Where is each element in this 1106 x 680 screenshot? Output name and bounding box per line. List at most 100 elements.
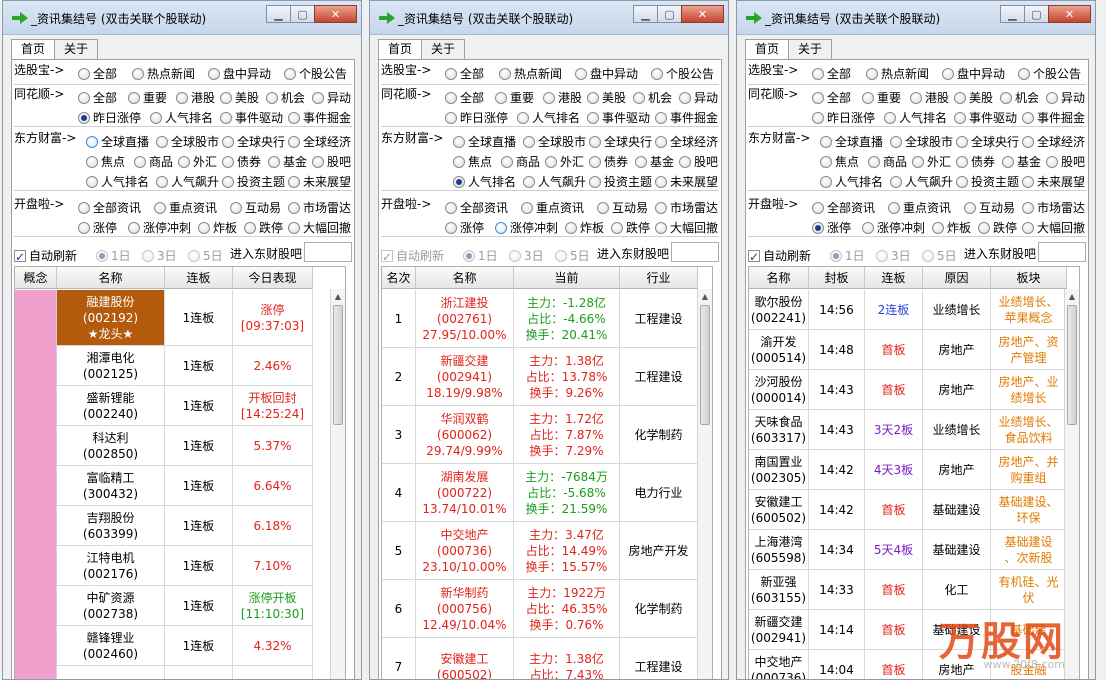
stock-name-cell[interactable]: 歌尔股份 (002241): [749, 290, 809, 329]
radio-xgb-notice[interactable]: 个股公告: [651, 64, 714, 84]
radio-kp-dfhc[interactable]: 大幅回撤: [288, 218, 351, 238]
title-bar[interactable]: _资讯集结号 (双击关联个股联动) ▁ ▢ ✕: [3, 1, 361, 35]
stock-name-cell[interactable]: 天味食品 (603317): [749, 410, 809, 449]
radio-dc-rank[interactable]: 人气排名: [453, 172, 516, 192]
radio-dc-rank[interactable]: 人气排名: [820, 172, 883, 192]
radio-5day[interactable]: 5日: [922, 246, 957, 266]
column-header[interactable]: 名次: [382, 267, 416, 288]
stock-name-cell[interactable]: 南国置业 (002305): [749, 450, 809, 489]
column-header[interactable]: 概念: [15, 267, 57, 288]
radio-kp-ztcc[interactable]: 涨停冲刺: [862, 218, 925, 238]
radio-xgb-move[interactable]: 盘中异动: [575, 64, 638, 84]
radio-xgb-news[interactable]: 热点新闻: [499, 64, 562, 84]
title-bar[interactable]: _资讯集结号 (双击关联个股联动) ▁ ▢ ✕: [370, 1, 728, 35]
radio-ths-rank[interactable]: 人气排名: [150, 108, 213, 128]
column-header[interactable]: 封板: [809, 267, 865, 288]
radio-dc-future[interactable]: 未来展望: [655, 172, 718, 192]
radio-dc-future[interactable]: 未来展望: [1022, 172, 1085, 192]
stock-name-cell[interactable]: 科达利 (002850): [57, 426, 165, 465]
radio-ths-dig[interactable]: 事件掘金: [655, 108, 718, 128]
stock-name-cell[interactable]: 赣锋锂业 (002460): [57, 626, 165, 665]
radio-kp-dt[interactable]: 跌停: [978, 218, 1017, 238]
maximize-button[interactable]: ▢: [657, 5, 682, 23]
close-button[interactable]: ✕: [314, 5, 357, 23]
stock-name-cell[interactable]: 新疆交建 (002941): [749, 610, 809, 649]
radio-ths-event[interactable]: 事件驱动: [587, 108, 650, 128]
radio-kp-zb[interactable]: 炸板: [932, 218, 971, 238]
minimize-button[interactable]: ▁: [266, 5, 291, 23]
guba-input[interactable]: [1038, 242, 1086, 262]
table-row[interactable]: 科达利 (002850) 1连板 5.37%: [57, 426, 313, 466]
stock-name-cell[interactable]: 中交地产 (000736): [749, 650, 809, 679]
table-row[interactable]: 南国置业 (002305) 14:42 4天3板 房地产 房地产、并 购重组: [749, 450, 1067, 490]
radio-kp-zb[interactable]: 炸板: [565, 218, 604, 238]
title-bar[interactable]: _资讯集结号 (双击关联个股联动) ▁ ▢ ✕: [737, 1, 1095, 35]
column-header[interactable]: 当前: [514, 267, 620, 288]
table-row[interactable]: 7 安徽建工 (600502) 主力：1.38亿 占比：7.43% 工程建设: [382, 638, 698, 679]
radio-kp-dfhc[interactable]: 大幅回撤: [1022, 218, 1085, 238]
table-row[interactable]: 渝开发 (000514) 14:48 首板 房地产 房地产、资 产管理: [749, 330, 1067, 370]
radio-kp-zt[interactable]: 涨停: [445, 218, 484, 238]
stock-name-cell[interactable]: 新华制药 (000756) 12.49/10.04%: [416, 580, 514, 637]
radio-3day[interactable]: 3日: [876, 246, 911, 266]
stock-name-cell[interactable]: 安徽建工 (600502): [749, 490, 809, 529]
radio-ths-dig[interactable]: 事件掘金: [288, 108, 351, 128]
radio-kp-ztcc[interactable]: 涨停冲刺: [128, 218, 191, 238]
radio-ths-dig[interactable]: 事件掘金: [1022, 108, 1085, 128]
table-row[interactable]: 富临精工 (300432) 1连板 6.64%: [57, 466, 313, 506]
stock-name-cell[interactable]: 华润双鹤 (600062) 29.74/9.99%: [416, 406, 514, 463]
stock-name-cell[interactable]: 上海港湾 (605598): [749, 530, 809, 569]
tab-about[interactable]: 关于: [421, 39, 466, 59]
stock-name-cell[interactable]: 浙江建投 (002761) 27.95/10.00%: [416, 290, 514, 347]
radio-ths-event[interactable]: 事件驱动: [954, 108, 1017, 128]
table-row[interactable]: 中矿资源 (002738) 1连板 涨停开板 [11:10:30]: [57, 586, 313, 626]
radio-xgb-move[interactable]: 盘中异动: [208, 64, 271, 84]
stock-name-cell[interactable]: 新亚强 (603155): [749, 570, 809, 609]
autorefresh-checkbox[interactable]: 自动刷新: [381, 246, 444, 267]
close-button[interactable]: ✕: [681, 5, 724, 23]
column-header[interactable]: 原因: [923, 267, 991, 288]
close-button[interactable]: ✕: [1048, 5, 1091, 23]
scroll-up-icon[interactable]: ▲: [698, 289, 712, 304]
table-row[interactable]: 6 新华制药 (000756) 12.49/10.04% 主力：1922万 占比：46.3…: [382, 580, 698, 638]
table-row[interactable]: 安徽建工 (600502) 14:42 首板 基础建设 基础建设、 环保: [749, 490, 1067, 530]
table-row[interactable]: 天味食品 (603317) 14:43 3天2板 业绩增长 业绩增长、 食品饮料: [749, 410, 1067, 450]
table-row[interactable]: 吉翔股份 (603399) 1连板 6.18%: [57, 506, 313, 546]
radio-1day[interactable]: 1日: [830, 246, 865, 266]
stock-name-cell[interactable]: 湘潭电化 (002125): [57, 346, 165, 385]
radio-ths-rank[interactable]: 人气排名: [517, 108, 580, 128]
radio-dc-theme[interactable]: 投资主题: [222, 172, 285, 192]
radio-1day[interactable]: 1日: [96, 246, 131, 266]
tab-about[interactable]: 关于: [788, 39, 833, 59]
radio-dc-theme[interactable]: 投资主题: [589, 172, 652, 192]
stock-name-cell[interactable]: 安徽建工 (600502): [416, 638, 514, 679]
autorefresh-checkbox[interactable]: 自动刷新: [748, 246, 811, 267]
stock-name-cell[interactable]: 吉翔股份 (603399): [57, 506, 165, 545]
radio-kp-dfhc[interactable]: 大幅回撤: [655, 218, 718, 238]
stock-name-cell[interactable]: 富临精工 (300432): [57, 466, 165, 505]
tab-home[interactable]: 首页: [378, 39, 423, 60]
table-row[interactable]: 5 中交地产 (000736) 23.10/10.00% 主力：3.47亿 占比：14.4…: [382, 522, 698, 580]
radio-3day[interactable]: 3日: [142, 246, 177, 266]
radio-dc-rise[interactable]: 人气飙升: [523, 172, 586, 192]
scroll-thumb[interactable]: [1067, 305, 1077, 425]
minimize-button[interactable]: ▁: [633, 5, 658, 23]
scroll-up-icon[interactable]: ▲: [1065, 289, 1079, 304]
column-header[interactable]: 行业: [620, 267, 698, 288]
radio-ths-yesterday[interactable]: 昨日涨停: [445, 108, 508, 128]
radio-kp-dt[interactable]: 跌停: [244, 218, 283, 238]
radio-dc-rise[interactable]: 人气飙升: [156, 172, 219, 192]
stock-name-cell[interactable]: 渝开发 (000514): [749, 330, 809, 369]
column-header[interactable]: 连板: [165, 267, 233, 288]
radio-kp-zt[interactable]: 涨停: [78, 218, 117, 238]
scroll-thumb[interactable]: [700, 305, 710, 425]
guba-input[interactable]: [304, 242, 352, 262]
rank-table[interactable]: 名次 名称 当前 行业 1 浙江建投 (002761) 27.95/10.00% 主力：-1.2…: [381, 266, 713, 679]
stock-table[interactable]: 概念 名称 连板 今日表现 融建股份 (002192) ★龙头★ 1连板 涨停 [09:37:03…: [14, 266, 346, 679]
vertical-scrollbar[interactable]: ▲: [1064, 289, 1079, 679]
tab-home[interactable]: 首页: [11, 39, 56, 60]
table-row[interactable]: 江特电机 (002176) 1连板 7.10%: [57, 546, 313, 586]
radio-xgb-notice[interactable]: 个股公告: [284, 64, 347, 84]
table-row[interactable]: 2 新疆交建 (002941) 18.19/9.98% 主力：1.38亿 占比：13.78…: [382, 348, 698, 406]
table-row[interactable]: 歌尔股份 (002241) 14:56 2连板 业绩增长 业绩增长、 苹果概念: [749, 290, 1067, 330]
